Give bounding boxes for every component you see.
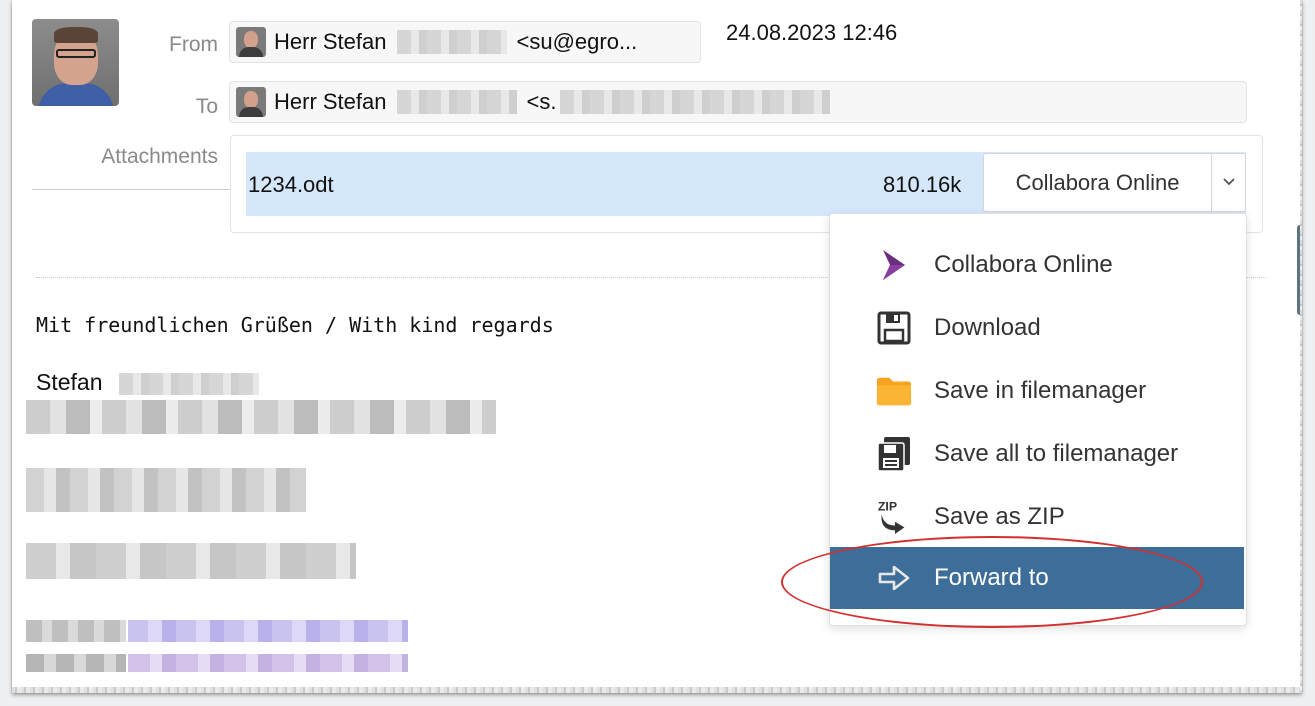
redacted-signature-line — [26, 654, 126, 672]
greeting-text: Mit freundlichen Grüßen / With kind rega… — [36, 313, 554, 337]
menu-item-label: Collabora Online — [934, 251, 1113, 278]
from-recipient-chip[interactable]: Herr Stefan <su@egro... — [229, 21, 701, 63]
to-email: <s. — [526, 89, 557, 114]
redacted-link — [128, 620, 408, 642]
redacted-text — [118, 372, 259, 395]
from-email: <su@egro... — [516, 29, 638, 54]
chevron-down-icon — [1222, 174, 1236, 192]
open-with-dropdown-toggle[interactable] — [1211, 153, 1246, 212]
save-disk-icon — [876, 310, 912, 346]
open-with-button[interactable]: Collabora Online — [983, 153, 1212, 212]
svg-text:ZIP: ZIP — [878, 499, 897, 513]
redacted-text — [396, 90, 517, 114]
attachment-filename[interactable]: 1234.odt — [248, 172, 334, 198]
redacted-signature-line — [26, 620, 126, 642]
attachment-size: 810.16k — [883, 172, 962, 197]
torn-edge — [12, 687, 1302, 693]
sender-avatar — [32, 19, 119, 106]
to-label: To — [195, 95, 218, 118]
folder-icon — [876, 373, 912, 409]
annotation-highlight-circle — [781, 536, 1203, 628]
redacted-text — [560, 90, 831, 114]
redacted-link — [128, 654, 408, 672]
menu-item-label: Save in filemanager — [934, 377, 1147, 404]
message-date: 24.08.2023 12:46 — [726, 20, 898, 45]
to-recipient-chip[interactable]: Herr Stefan <s. — [229, 81, 1247, 123]
menu-item-save-in-filemanager[interactable]: Save in filemanager — [830, 360, 1244, 422]
menu-item-label: Download — [934, 314, 1041, 341]
redacted-signature-line — [26, 468, 306, 512]
attachments-label: Attachments — [101, 145, 218, 168]
menu-item-label: Save as ZIP — [934, 503, 1065, 530]
torn-edge — [1300, 0, 1302, 693]
collabora-icon — [876, 247, 912, 283]
zip-icon: ZIP — [876, 499, 912, 535]
signature-first-name: Stefan — [36, 369, 103, 395]
to-name: Herr Stefan — [274, 89, 387, 114]
menu-item-collabora-online[interactable]: Collabora Online — [830, 234, 1244, 296]
save-all-icon — [876, 436, 912, 472]
from-label: From — [169, 33, 218, 56]
divider — [32, 189, 232, 190]
menu-item-save-all-to-filemanager[interactable]: Save all to filemanager — [830, 423, 1244, 485]
signature-name: Stefan — [36, 369, 269, 396]
mail-view: From Herr Stefan <su@egro... 24.08.2023 … — [12, 0, 1302, 693]
redacted-signature-line — [26, 400, 496, 434]
menu-item-label: Save all to filemanager — [934, 440, 1179, 467]
redacted-text — [396, 30, 507, 54]
from-name: Herr Stefan — [274, 29, 387, 54]
to-mini-avatar — [236, 87, 266, 117]
menu-item-download[interactable]: Download — [830, 297, 1244, 359]
redacted-signature-line — [26, 543, 356, 579]
from-mini-avatar — [236, 27, 266, 57]
